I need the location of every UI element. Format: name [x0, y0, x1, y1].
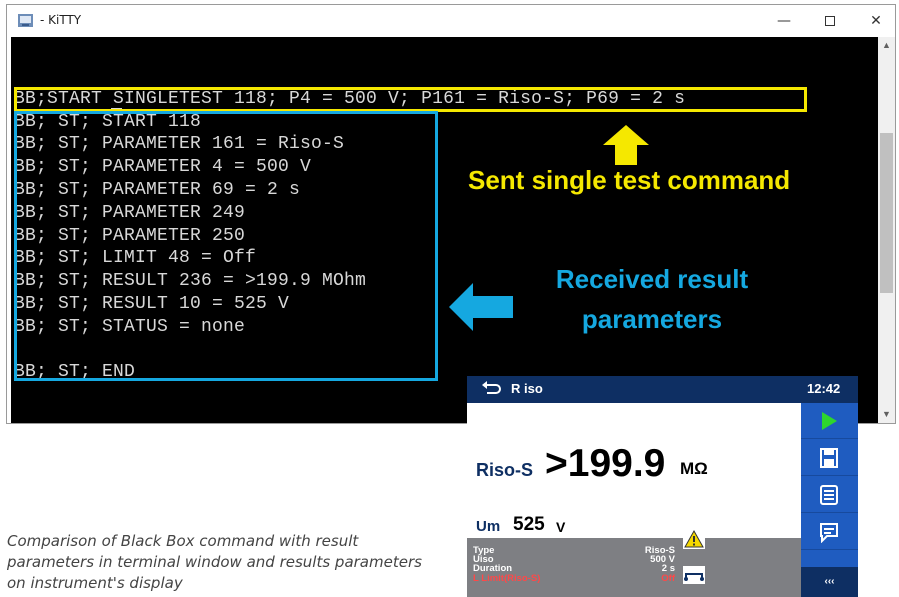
instrument-header: R iso 12:42 [467, 376, 858, 403]
vertical-scrollbar[interactable]: ▲ ▼ [878, 37, 895, 423]
instrument-display: R iso 12:42 Riso-S >199.9 MΩ Um 525 V Ty… [467, 376, 858, 597]
start-button[interactable] [801, 403, 858, 439]
result-panel: Riso-S >199.9 MΩ Um 525 V [467, 403, 801, 538]
param-name: L Limit(Riso-S) [473, 573, 541, 584]
warning-icon[interactable] [683, 529, 705, 549]
more-button[interactable]: ‹‹‹ [801, 567, 858, 597]
title-bar[interactable]: - KiTTY — ✕ [7, 5, 895, 37]
um-value: 525 [513, 514, 545, 535]
back-icon[interactable] [481, 379, 501, 395]
result-value: >199.9 [545, 442, 666, 485]
instrument-title: R iso [511, 381, 543, 396]
kitty-window: - KiTTY — ✕ BB;START SINGLETEST 118; P4 … [6, 4, 896, 424]
save-icon [820, 448, 838, 468]
up-arrow-icon [603, 125, 649, 165]
result-label: Riso-S [476, 460, 534, 480]
sent-command-note: Sent single test command [468, 165, 791, 195]
maximize-icon [825, 16, 835, 26]
window-title: - KiTTY [40, 13, 82, 27]
terminal-screen[interactable]: BB;START SINGLETEST 118; P4 = 500 V; P16… [11, 37, 878, 423]
result-unit: MΩ [680, 459, 708, 478]
memory-button[interactable] [801, 477, 858, 513]
minimize-button[interactable]: — [761, 5, 807, 37]
list-icon [820, 485, 838, 505]
um-unit: V [556, 519, 566, 535]
scroll-thumb[interactable] [880, 133, 893, 293]
received-results-note: Received result parameters [555, 264, 749, 334]
maximize-button[interactable] [807, 5, 853, 37]
scroll-up-icon[interactable]: ▲ [878, 37, 895, 54]
um-label: Um [476, 518, 501, 535]
instrument-side-toolbar: ‹‹‹ [801, 403, 858, 597]
received-results-highlight [14, 111, 438, 381]
param-row-limit[interactable]: L Limit(Riso-S) Off [473, 573, 675, 584]
scroll-down-icon[interactable]: ▼ [878, 406, 895, 423]
figure-caption: Comparison of Black Box command with res… [7, 532, 422, 592]
close-button[interactable]: ✕ [853, 5, 899, 37]
sent-command-highlight [14, 87, 807, 112]
start-icon [822, 412, 837, 430]
param-value: Off [661, 573, 675, 584]
parameters-panel: Type Riso-S Uiso 500 V Duration 2 s L Li… [467, 538, 801, 597]
comment-button[interactable] [801, 514, 858, 550]
save-button[interactable] [801, 440, 858, 476]
comment-icon [820, 523, 838, 543]
instrument-clock: 12:42 [807, 381, 841, 396]
connection-icon[interactable] [683, 566, 705, 584]
left-arrow-icon [449, 283, 513, 331]
kitty-app-icon[interactable] [18, 14, 33, 27]
